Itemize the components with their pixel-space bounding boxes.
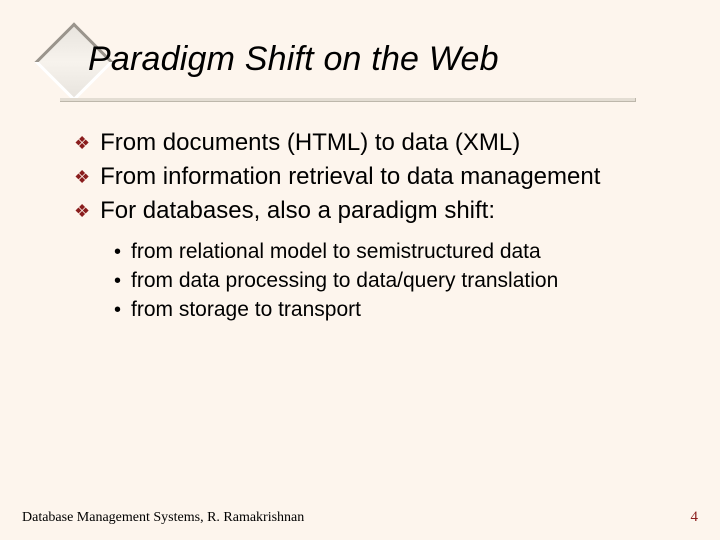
diamond-bullet-icon: ❖ bbox=[74, 128, 90, 158]
list-item: ❖ From documents (HTML) to data (XML) bbox=[74, 128, 660, 158]
list-item: • from storage to transport bbox=[114, 296, 660, 325]
list-item: • from relational model to semistructure… bbox=[114, 238, 660, 267]
list-item-text: from relational model to semistructured … bbox=[131, 238, 541, 267]
dot-bullet-icon: • bbox=[114, 238, 121, 266]
title-underline bbox=[60, 98, 636, 102]
list-item-text: From information retrieval to data manag… bbox=[100, 162, 660, 192]
slide-title: Paradigm Shift on the Web bbox=[88, 40, 499, 79]
footer-source: Database Management Systems, R. Ramakris… bbox=[22, 510, 304, 526]
page-number: 4 bbox=[691, 509, 699, 526]
list-item-text: from storage to transport bbox=[131, 296, 361, 325]
dot-bullet-icon: • bbox=[114, 296, 121, 324]
diamond-bullet-icon: ❖ bbox=[74, 162, 90, 192]
slide-body: ❖ From documents (HTML) to data (XML) ❖ … bbox=[74, 128, 660, 325]
sublist: • from relational model to semistructure… bbox=[114, 238, 660, 325]
list-item: ❖ From information retrieval to data man… bbox=[74, 162, 660, 192]
list-item-text: For databases, also a paradigm shift: bbox=[100, 196, 660, 226]
dot-bullet-icon: • bbox=[114, 267, 121, 295]
diamond-bullet-icon: ❖ bbox=[74, 196, 90, 226]
list-item-text: from data processing to data/query trans… bbox=[131, 267, 558, 296]
footer: Database Management Systems, R. Ramakris… bbox=[22, 509, 698, 526]
list-item: ❖ For databases, also a paradigm shift: bbox=[74, 196, 660, 226]
list-item: • from data processing to data/query tra… bbox=[114, 267, 660, 296]
list-item-text: From documents (HTML) to data (XML) bbox=[100, 128, 660, 158]
